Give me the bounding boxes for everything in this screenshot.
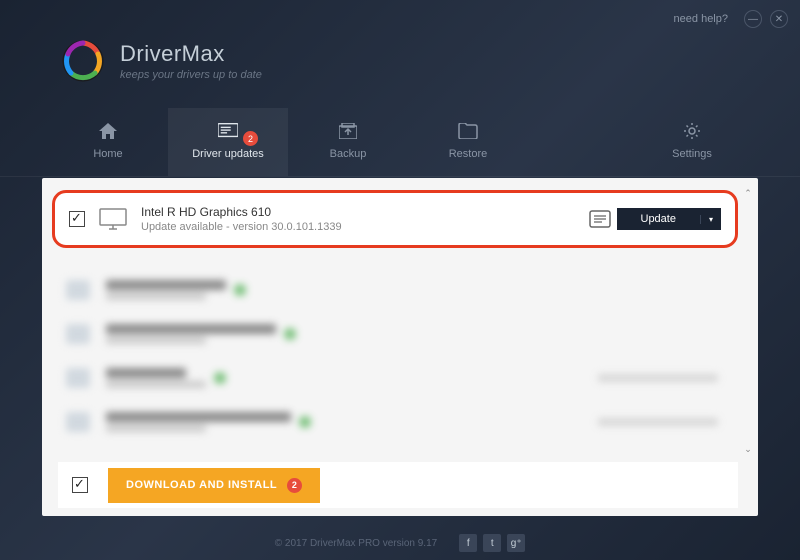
gear-icon: [682, 122, 702, 140]
tab-restore-label: Restore: [449, 148, 488, 160]
tab-updates-label: Driver updates: [192, 148, 264, 160]
tab-settings-label: Settings: [672, 148, 712, 160]
home-icon: [98, 122, 118, 140]
monitor-icon: [99, 208, 127, 230]
social-links: f t g⁺: [459, 534, 525, 552]
app-logo-icon: [60, 38, 106, 84]
nav-tabs: Home Driver updates 2 Backup Restore Set…: [0, 108, 800, 177]
need-help-link[interactable]: need help?: [674, 13, 728, 25]
footer: © 2017 DriverMax PRO version 9.17 f t g⁺: [0, 534, 800, 552]
facebook-icon[interactable]: f: [459, 534, 477, 552]
tab-home[interactable]: Home: [48, 108, 168, 176]
copyright-text: © 2017 DriverMax PRO version 9.17: [275, 538, 437, 549]
driver-row-blurred: [66, 270, 718, 310]
select-all-checkbox[interactable]: [72, 477, 88, 493]
content-panel: Intel R HD Graphics 610 Update available…: [42, 178, 758, 516]
download-button-label: DOWNLOAD AND INSTALL: [126, 479, 277, 491]
close-button[interactable]: ✕: [770, 10, 788, 28]
update-button[interactable]: Update ▾: [617, 208, 722, 230]
driver-info: Intel R HD Graphics 610 Update available…: [141, 205, 589, 233]
driver-row-blurred: [66, 358, 718, 398]
app-title: DriverMax: [120, 41, 262, 67]
googleplus-icon[interactable]: g⁺: [507, 534, 525, 552]
tab-home-label: Home: [93, 148, 122, 160]
driver-status: Update available - version 30.0.101.1339: [141, 221, 589, 233]
download-install-button[interactable]: DOWNLOAD AND INSTALL 2: [108, 468, 320, 503]
tab-settings[interactable]: Settings: [632, 108, 752, 176]
tab-backup[interactable]: Backup: [288, 108, 408, 176]
restore-icon: [458, 122, 478, 140]
tab-driver-updates[interactable]: Driver updates 2: [168, 108, 288, 176]
details-icon[interactable]: [589, 210, 611, 228]
updates-icon: [218, 122, 238, 140]
titlebar: need help? — ✕: [674, 10, 788, 28]
backup-icon: [338, 122, 358, 140]
updates-count-badge: 2: [243, 131, 258, 146]
tab-backup-label: Backup: [330, 148, 367, 160]
driver-checkbox[interactable]: [69, 211, 85, 227]
scroll-up-icon[interactable]: ⌃: [742, 188, 754, 200]
download-count-badge: 2: [287, 478, 302, 493]
driver-row-blurred: [66, 402, 718, 442]
tab-restore[interactable]: Restore: [408, 108, 528, 176]
minimize-button[interactable]: —: [744, 10, 762, 28]
app-tagline: keeps your drivers up to date: [120, 69, 262, 81]
chevron-down-icon[interactable]: ▾: [700, 215, 721, 224]
twitter-icon[interactable]: t: [483, 534, 501, 552]
bottom-action-bar: DOWNLOAD AND INSTALL 2: [58, 462, 738, 508]
update-button-label: Update: [617, 213, 700, 225]
brand-header: DriverMax keeps your drivers up to date: [60, 38, 262, 84]
scroll-down-icon[interactable]: ⌄: [742, 444, 754, 456]
driver-name: Intel R HD Graphics 610: [141, 205, 589, 219]
driver-row-blurred: [66, 314, 718, 354]
driver-row-highlighted[interactable]: Intel R HD Graphics 610 Update available…: [52, 190, 738, 248]
scrollbar[interactable]: ⌃ ⌄: [742, 188, 754, 456]
